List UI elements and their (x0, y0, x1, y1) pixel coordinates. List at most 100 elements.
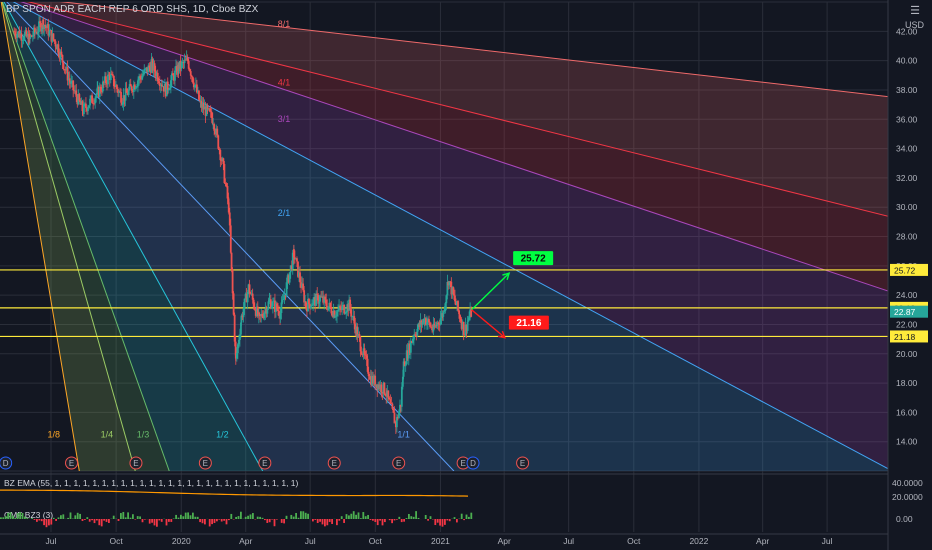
price-tick-label: 28.00 (896, 232, 918, 242)
gann-fan-label: 3/1 (278, 114, 291, 124)
candle-body (216, 128, 219, 136)
time-tick-label: Oct (110, 536, 124, 546)
cmf-bar (304, 512, 307, 519)
cmf-bar (280, 519, 283, 523)
cmf-bar (314, 519, 317, 520)
ema-tick-label: 40.0000 (892, 478, 923, 488)
cmf-bar (350, 513, 353, 519)
cmf-bar (86, 517, 89, 519)
cmf-bar (235, 516, 237, 519)
cmf-bar (199, 519, 201, 523)
time-tick-label: Jul (822, 536, 833, 546)
cmf-bar (120, 513, 122, 519)
cmf-bar (223, 519, 225, 521)
cmf-bar (117, 519, 120, 521)
cmf-bar (129, 517, 132, 519)
cmf-bar (38, 519, 41, 521)
cmf-bar (52, 517, 55, 519)
cmf-bar (180, 514, 182, 519)
candle-body (380, 384, 383, 393)
hamburger-icon[interactable]: ☰ (906, 3, 924, 17)
cmf-bar (160, 519, 163, 522)
cmf-bar (62, 514, 65, 519)
target-label: 25.72 (521, 254, 546, 265)
cmf-bar (456, 519, 458, 523)
cmf-bar (424, 515, 427, 519)
time-tick-label: 2022 (689, 536, 708, 546)
cmf-bar (184, 512, 187, 519)
time-tick-label: Jul (563, 536, 574, 546)
chart-canvas[interactable]: 8/14/13/12/11/11/21/31/41/825.7221.16D E E… (0, 0, 932, 550)
price-tick-label: 20.00 (896, 349, 918, 359)
cmf-bar (60, 515, 62, 519)
cmf-bar (201, 519, 204, 524)
cmf-bar (4, 516, 7, 519)
hline-price-label: 25.72 (894, 265, 916, 275)
cmf-bar (261, 517, 264, 519)
candle-body (271, 301, 274, 307)
candle-body (243, 298, 246, 310)
gann-fan-label: 1/2 (216, 429, 229, 439)
event-marker-label: E (203, 459, 208, 468)
gann-fan-label: 4/1 (278, 78, 291, 88)
candle-body (52, 33, 55, 40)
cmf-bar (264, 519, 266, 521)
cmf-bar (156, 519, 158, 527)
cmf-bar (91, 519, 93, 521)
cmf-bar (410, 516, 413, 519)
cmf-bar (45, 519, 48, 528)
cmf-bar (112, 515, 115, 519)
cmf-bar (196, 516, 199, 519)
cmf-bar (194, 516, 197, 519)
cmf-bar (182, 516, 185, 519)
cmf-bar (295, 512, 297, 519)
cmf-bar (369, 519, 372, 520)
cmf-bar (352, 511, 355, 519)
cmf-bar (100, 519, 103, 527)
cmf-bar (415, 511, 417, 519)
cmf-bar (405, 518, 408, 519)
event-marker-label: E (396, 459, 401, 468)
price-tick-label: 22.00 (896, 319, 918, 329)
cmf-bar (21, 512, 24, 519)
cmf-bar (225, 519, 228, 525)
time-tick-label: Jul (305, 536, 316, 546)
gann-fan-label: 1/3 (137, 429, 150, 439)
candle-body (61, 54, 64, 63)
cmf-bar (336, 519, 338, 526)
candle-body (231, 269, 234, 294)
cmf-bar (177, 517, 180, 519)
cmf-bar (74, 515, 77, 519)
price-tick-label: 18.00 (896, 378, 918, 388)
cmf-bar (460, 513, 463, 519)
candle-body (350, 309, 353, 317)
cmf-bar (132, 514, 134, 519)
cmf-bar (170, 519, 173, 522)
candle-body (462, 321, 465, 335)
price-tick-label: 38.00 (896, 85, 918, 95)
cmf-bar (141, 519, 144, 523)
time-tick-label: Apr (239, 536, 252, 546)
cmf-bar (96, 519, 98, 521)
cmf-bar (127, 512, 129, 519)
cmf-bar (213, 519, 216, 523)
time-tick-label: Oct (369, 536, 383, 546)
cmf-bar (220, 519, 223, 522)
gann-fan-label: 1/4 (101, 429, 114, 439)
cmf-bar (218, 519, 221, 520)
chart-root: 8/1 4/1 3/1 2/1 1/1 1/2 1/3 1/4 1/8 25.72 21.16 D E E… (0, 0, 932, 550)
cmf-bar (439, 519, 441, 526)
cmf-bar (103, 519, 105, 521)
cmf-bar (343, 519, 345, 523)
cmf-bar (391, 519, 393, 524)
event-marker-label: E (69, 459, 74, 468)
cmf-bar (81, 519, 84, 522)
price-tick-label: 16.00 (896, 407, 918, 417)
cmf-bar (79, 513, 81, 519)
cmf-bar (105, 519, 108, 522)
cmf-bar (470, 512, 473, 519)
cmf-bar (256, 516, 259, 519)
cmf-bar (189, 515, 192, 519)
cmf-bar (50, 519, 53, 525)
cmf-bar (139, 516, 141, 519)
